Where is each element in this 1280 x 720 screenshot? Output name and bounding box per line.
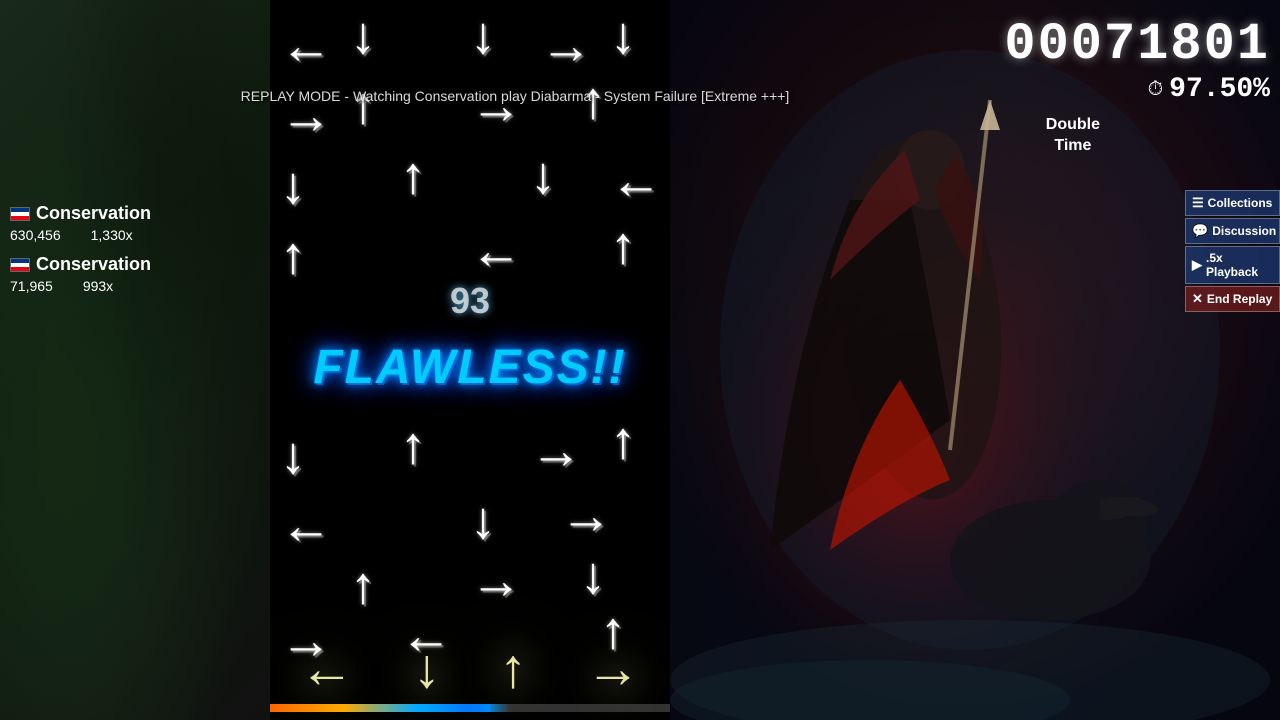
playback-button[interactable]: ▶ .5x Playback	[1185, 246, 1280, 284]
arrow-right-6: →	[470, 555, 522, 607]
mod-name-line2: Time	[1046, 136, 1100, 157]
arrow-field: ← ↓ ↓ → ↓ → ↑ → ↑ ↓ ↑ ↓ ← ↑ ← ↑ 93 FLAWL…	[270, 0, 670, 720]
player1-flag	[10, 207, 30, 221]
collections-label: Collections	[1208, 196, 1273, 210]
arrow-up-7: ↑	[610, 415, 636, 467]
score-timer: ⏱ 97.50%	[1004, 74, 1270, 105]
arrow-down-8: ↓	[580, 550, 606, 602]
discussion-label: Discussion	[1212, 224, 1276, 238]
replay-mode-banner: REPLAY MODE - Watching Conservation play…	[175, 88, 855, 104]
right-panel: 00071801 ⏱ 97.50% Double Time ☰ Collecti…	[670, 0, 1280, 720]
arrow-left-2: ←	[610, 155, 662, 207]
collections-button[interactable]: ☰ Collections	[1185, 190, 1280, 216]
player2-section: Conservation 71,965 993x	[0, 250, 270, 298]
arrow-left-4: ←	[280, 500, 332, 552]
player1-combo: 1,330x	[91, 227, 133, 243]
collections-icon: ☰	[1192, 195, 1204, 211]
progress-bar-highlight	[470, 704, 510, 712]
score-counter: 93	[450, 280, 490, 322]
flawless-text: FLAWLESS!!	[313, 340, 626, 395]
glow-arrow-right: →	[586, 636, 641, 700]
player2-name[interactable]: Conservation	[36, 254, 151, 275]
mod-name-line1: Double	[1046, 115, 1100, 136]
progress-bar-container	[270, 704, 670, 712]
arrow-up-4: ↑	[280, 230, 306, 282]
arrow-right-5: →	[560, 490, 612, 542]
timer-icon: ⏱	[1148, 78, 1164, 101]
player2-name-row: Conservation	[10, 254, 260, 275]
arrow-up-3: ↑	[400, 150, 426, 202]
arrow-down-6: ↓	[280, 430, 306, 482]
arrow-left-3: ←	[470, 225, 522, 277]
glow-arrow-up: ↑	[499, 636, 527, 700]
arrow-down-7: ↓	[470, 495, 496, 547]
discussion-icon: 💬	[1192, 223, 1208, 239]
player1-name[interactable]: Conservation	[36, 203, 151, 224]
arrow-down-2: ↓	[470, 10, 496, 62]
score-display: 00071801 ⏱ 97.50%	[1004, 15, 1270, 105]
left-bg	[0, 0, 270, 720]
player2-combo: 993x	[83, 278, 113, 294]
player1-section: Conservation 630,456 1,330x	[0, 195, 270, 251]
progress-bar-fill	[270, 704, 490, 712]
discussion-button[interactable]: 💬 Discussion	[1185, 218, 1280, 244]
arrow-down-1: ↓	[350, 10, 376, 62]
arrow-down-5: ↓	[530, 150, 556, 202]
player2-flag	[10, 258, 30, 272]
player1-name-row: Conservation	[10, 203, 260, 224]
end-replay-icon: ✕	[1192, 291, 1203, 307]
arrow-down-3: ↓	[610, 10, 636, 62]
left-panel: Conservation 630,456 1,330x Conservation…	[0, 0, 270, 720]
player1-stats: 630,456 1,330x	[10, 227, 260, 243]
end-replay-button[interactable]: ✕ End Replay	[1185, 286, 1280, 312]
arrow-up-6: ↑	[400, 420, 426, 472]
player2-score: 71,965	[10, 278, 53, 294]
player1-score: 630,456	[10, 227, 61, 243]
mod-display: Double Time	[1046, 115, 1100, 157]
score-number: 00071801	[1004, 15, 1270, 74]
arrow-down-4: ↓	[280, 160, 306, 212]
playback-label: .5x Playback	[1206, 251, 1273, 279]
glow-arrow-down: ↓	[413, 636, 441, 700]
arrow-left-1: ←	[280, 20, 332, 72]
warrior-art	[670, 0, 1280, 720]
playback-icon: ▶	[1192, 257, 1202, 273]
player2-stats: 71,965 993x	[10, 278, 260, 294]
game-area: ← ↓ ↓ → ↓ → ↑ → ↑ ↓ ↑ ↓ ← ↑ ← ↑ 93 FLAWL…	[270, 0, 670, 720]
arrow-right-1: →	[540, 20, 592, 72]
arrow-up-5: ↑	[610, 220, 636, 272]
arrow-right-4: →	[530, 425, 582, 477]
bottom-notes: ← ↓ ↑ →	[270, 636, 670, 700]
glow-arrow-left: ←	[299, 636, 354, 700]
side-buttons: ☰ Collections 💬 Discussion ▶ .5x Playbac…	[1185, 190, 1280, 312]
end-replay-label: End Replay	[1207, 292, 1272, 306]
arrow-up-8: ↑	[350, 560, 376, 612]
accuracy-text: 97.50%	[1169, 74, 1270, 105]
